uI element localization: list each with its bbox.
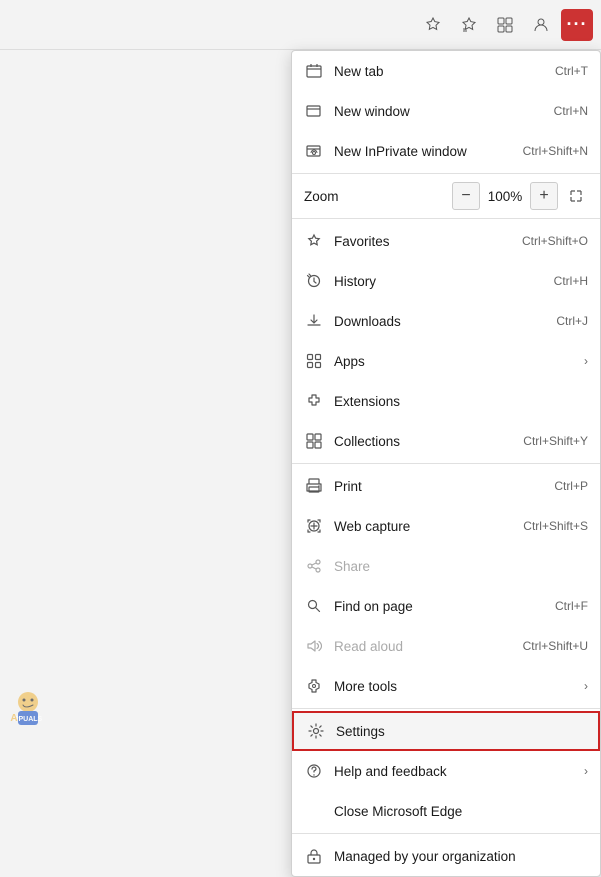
content-area: New tab Ctrl+T New window Ctrl+N [0, 50, 601, 735]
readaloud-icon [304, 636, 324, 656]
menu-item-inprivate[interactable]: New InPrivate window Ctrl+Shift+N [292, 131, 600, 171]
share-icon [304, 556, 324, 576]
close-edge-label: Close Microsoft Edge [334, 804, 588, 819]
svg-text:PPUALS: PPUALS [14, 716, 43, 723]
profile-button[interactable] [525, 9, 557, 41]
zoom-label: Zoom [304, 189, 452, 204]
menu-item-favorites[interactable]: Favorites Ctrl+Shift+O [292, 221, 600, 261]
settings-label: Settings [336, 724, 586, 739]
more-button[interactable]: ··· [561, 9, 593, 41]
share-label: Share [334, 559, 588, 574]
zoom-controls: − 100% + [452, 182, 588, 210]
menu-item-extensions[interactable]: Extensions [292, 381, 600, 421]
inprivate-label: New InPrivate window [334, 144, 523, 159]
menu-item-collections[interactable]: Collections Ctrl+Shift+Y [292, 421, 600, 461]
divider-2 [292, 218, 600, 219]
zoom-expand-button[interactable] [564, 184, 588, 208]
favorites-icon [304, 231, 324, 251]
new-tab-icon [304, 61, 324, 81]
settings-icon [306, 721, 326, 741]
menu-item-more-tools[interactable]: More tools › [292, 666, 600, 706]
print-label: Print [334, 479, 554, 494]
find-on-page-shortcut: Ctrl+F [555, 599, 588, 613]
new-window-label: New window [334, 104, 554, 119]
extensions-label: Extensions [334, 394, 588, 409]
inprivate-icon [304, 141, 324, 161]
apps-arrow: › [584, 354, 588, 368]
more-tools-arrow: › [584, 679, 588, 693]
menu-item-history[interactable]: History Ctrl+H [292, 261, 600, 301]
inprivate-shortcut: Ctrl+Shift+N [523, 144, 588, 158]
new-tab-label: New tab [334, 64, 555, 79]
close-edge-icon [304, 801, 324, 821]
apps-icon [304, 351, 324, 371]
menu-item-settings[interactable]: Settings [292, 711, 600, 751]
zoom-value: 100% [486, 189, 524, 204]
help-icon [304, 761, 324, 781]
menu-item-close-edge[interactable]: Close Microsoft Edge [292, 791, 600, 831]
history-label: History [334, 274, 554, 289]
new-tab-shortcut: Ctrl+T [555, 64, 588, 78]
webcapture-label: Web capture [334, 519, 523, 534]
managed-icon [304, 846, 324, 866]
new-window-icon [304, 101, 324, 121]
downloads-shortcut: Ctrl+J [556, 314, 588, 328]
history-icon [304, 271, 324, 291]
collections-label: Collections [334, 434, 523, 449]
downloads-icon [304, 311, 324, 331]
divider-3 [292, 463, 600, 464]
menu-item-share: Share [292, 546, 600, 586]
menu-item-read-aloud: Read aloud Ctrl+Shift+U [292, 626, 600, 666]
help-arrow: › [584, 764, 588, 778]
menu-item-managed[interactable]: Managed by your organization [292, 836, 600, 876]
history-shortcut: Ctrl+H [554, 274, 588, 288]
zoom-out-button[interactable]: − [452, 182, 480, 210]
read-aloud-shortcut: Ctrl+Shift+U [523, 639, 588, 653]
webcapture-icon [304, 516, 324, 536]
downloads-label: Downloads [334, 314, 556, 329]
favorites-label: Favorites [334, 234, 522, 249]
collections-shortcut: Ctrl+Shift+Y [523, 434, 588, 448]
find-icon [304, 596, 324, 616]
menu-item-new-tab[interactable]: New tab Ctrl+T [292, 51, 600, 91]
menu-item-new-window[interactable]: New window Ctrl+N [292, 91, 600, 131]
print-shortcut: Ctrl+P [554, 479, 588, 493]
collections-button[interactable] [489, 9, 521, 41]
browser-chrome: ··· [0, 0, 601, 50]
webcapture-shortcut: Ctrl+Shift+S [523, 519, 588, 533]
menu-item-downloads[interactable]: Downloads Ctrl+J [292, 301, 600, 341]
zoom-in-button[interactable]: + [530, 182, 558, 210]
help-label: Help and feedback [334, 764, 576, 779]
toolbar-icons: ··· [417, 9, 593, 41]
read-aloud-label: Read aloud [334, 639, 523, 654]
divider-1 [292, 173, 600, 174]
print-icon [304, 476, 324, 496]
moretools-icon [304, 676, 324, 696]
zoom-row: Zoom − 100% + [292, 176, 600, 216]
divider-5 [292, 833, 600, 834]
managed-label: Managed by your organization [334, 849, 588, 864]
menu-item-find-on-page[interactable]: Find on page Ctrl+F [292, 586, 600, 626]
new-window-shortcut: Ctrl+N [554, 104, 588, 118]
svg-text:A: A [10, 713, 17, 724]
menu-item-apps[interactable]: Apps › [292, 341, 600, 381]
appuals-watermark: PPUALS A [8, 687, 48, 727]
menu-item-print[interactable]: Print Ctrl+P [292, 466, 600, 506]
divider-4 [292, 708, 600, 709]
favorites-star-button[interactable] [417, 9, 449, 41]
menu-item-webcapture[interactable]: Web capture Ctrl+Shift+S [292, 506, 600, 546]
favorites-list-button[interactable] [453, 9, 485, 41]
dropdown-menu: New tab Ctrl+T New window Ctrl+N [291, 50, 601, 877]
more-tools-label: More tools [334, 679, 576, 694]
menu-item-help[interactable]: Help and feedback › [292, 751, 600, 791]
collections-icon [304, 431, 324, 451]
extensions-icon [304, 391, 324, 411]
favorites-shortcut: Ctrl+Shift+O [522, 234, 588, 248]
apps-label: Apps [334, 354, 576, 369]
find-on-page-label: Find on page [334, 599, 555, 614]
